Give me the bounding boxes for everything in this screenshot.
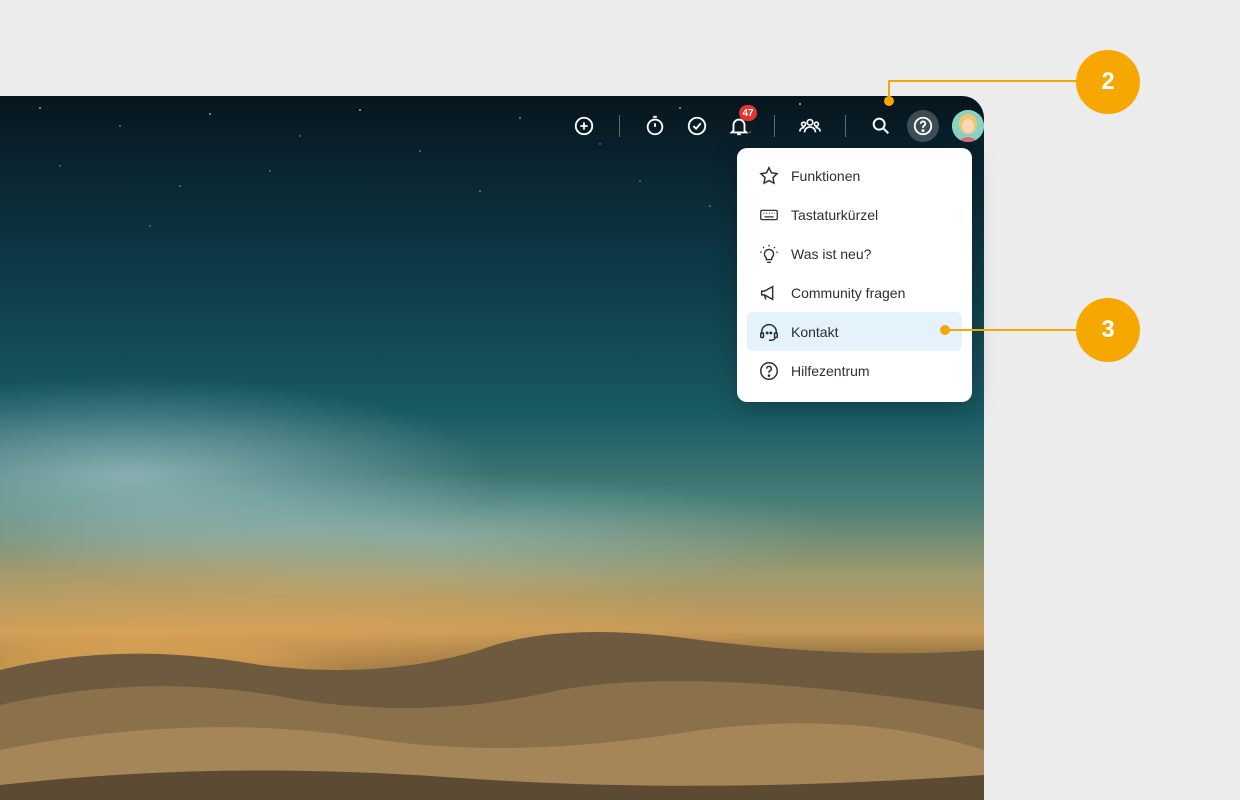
callout-3-dot bbox=[940, 325, 950, 335]
menu-item-label: Hilfezentrum bbox=[791, 362, 870, 379]
top-toolbar: 47 bbox=[563, 105, 984, 142]
help-icon bbox=[913, 116, 933, 136]
search-button[interactable] bbox=[865, 110, 897, 142]
team-button[interactable] bbox=[794, 110, 826, 142]
toolbar-divider bbox=[619, 115, 620, 137]
toolbar-divider bbox=[774, 115, 775, 137]
check-circle-icon bbox=[687, 116, 707, 136]
desert-dunes bbox=[0, 632, 984, 800]
menu-item-label: Community fragen bbox=[791, 284, 906, 301]
star-icon bbox=[759, 165, 779, 184]
callout-2-dot bbox=[884, 96, 894, 106]
menu-item-contact[interactable]: Kontakt bbox=[747, 312, 962, 351]
callout-2-line-h bbox=[888, 80, 1078, 82]
help-button[interactable] bbox=[907, 110, 939, 142]
menu-item-whats-new[interactable]: Was ist neu? bbox=[747, 234, 962, 273]
menu-item-label: Was ist neu? bbox=[791, 245, 872, 262]
avatar[interactable] bbox=[952, 110, 984, 142]
add-button[interactable] bbox=[568, 110, 600, 142]
timer-button[interactable] bbox=[639, 110, 671, 142]
tasks-button[interactable] bbox=[681, 110, 713, 142]
toolbar-divider bbox=[845, 115, 846, 137]
notification-badge: 47 bbox=[739, 105, 757, 121]
megaphone-icon bbox=[760, 284, 774, 301]
lightbulb-icon bbox=[760, 244, 778, 263]
menu-item-label: Kontakt bbox=[791, 323, 839, 340]
callout-3-badge: 3 bbox=[1076, 298, 1140, 362]
menu-item-help-center[interactable]: Hilfezentrum bbox=[747, 351, 962, 390]
search-icon bbox=[872, 117, 890, 135]
menu-item-label: Funktionen bbox=[791, 167, 861, 184]
menu-item-features[interactable]: Funktionen bbox=[747, 156, 962, 195]
menu-item-community[interactable]: Community fragen bbox=[747, 273, 962, 312]
add-circle-icon bbox=[574, 116, 594, 136]
help-dropdown-menu: Funktionen Tastaturkürzel Was ist neu? C… bbox=[737, 148, 972, 402]
headset-icon bbox=[760, 323, 778, 341]
callout-2-badge: 2 bbox=[1076, 50, 1140, 114]
menu-item-label: Tastaturkürzel bbox=[791, 206, 879, 223]
notifications-button[interactable]: 47 bbox=[723, 105, 757, 142]
keyboard-icon bbox=[760, 209, 778, 220]
callout-3-line bbox=[945, 329, 1080, 331]
user-avatar-icon bbox=[952, 110, 984, 142]
menu-item-shortcuts[interactable]: Tastaturkürzel bbox=[747, 195, 962, 234]
stopwatch-icon bbox=[646, 115, 664, 136]
help-circle-icon bbox=[760, 361, 778, 380]
team-icon bbox=[799, 118, 821, 133]
